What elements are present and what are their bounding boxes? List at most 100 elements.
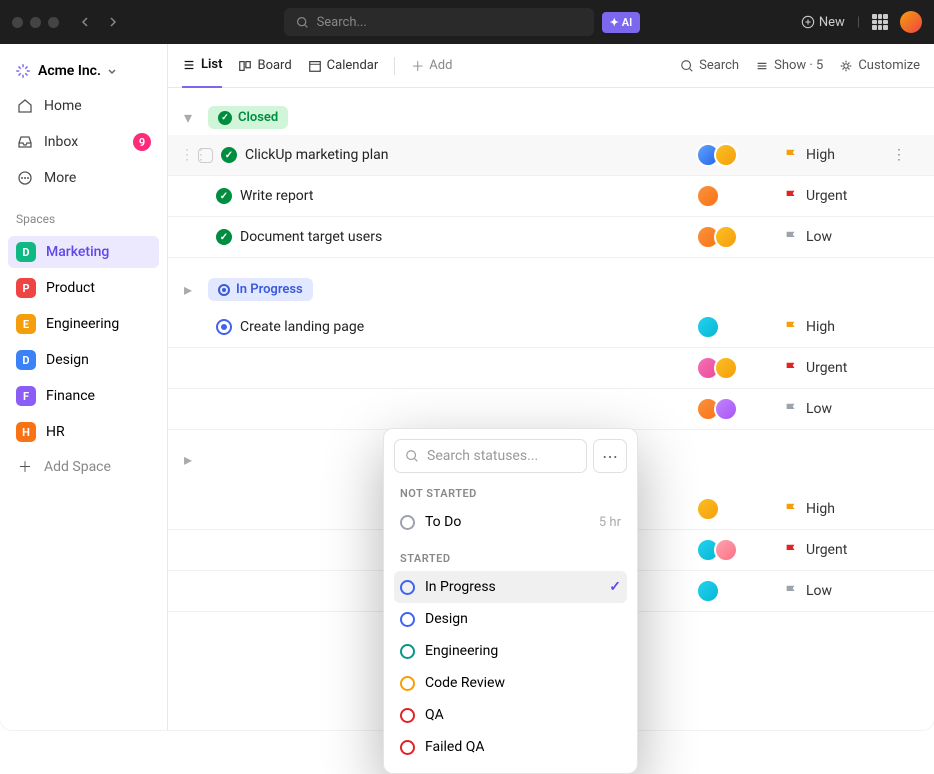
status-pill-progress[interactable]: In Progress	[208, 278, 313, 301]
status-code-review[interactable]: Code Review	[394, 667, 627, 699]
plus-icon: ＋	[16, 458, 34, 476]
status-ring-icon	[400, 740, 415, 755]
search-icon	[296, 16, 309, 29]
avatar[interactable]	[714, 538, 738, 562]
avatar[interactable]	[714, 356, 738, 380]
avatar[interactable]	[696, 184, 720, 208]
status-search-input[interactable]: Search statuses...	[394, 439, 587, 473]
status-design[interactable]: Design	[394, 603, 627, 635]
assignees[interactable]	[696, 184, 776, 208]
priority-urgent[interactable]: Urgent	[784, 542, 884, 558]
space-design[interactable]: D Design	[8, 344, 159, 376]
space-hr[interactable]: H HR	[8, 416, 159, 448]
nav-more[interactable]: More	[8, 162, 159, 194]
status-indicator[interactable]	[216, 229, 232, 245]
more-icon	[16, 169, 34, 187]
section-not-started: NOT STARTED	[394, 473, 627, 506]
home-icon	[16, 97, 34, 115]
chevron-right-icon[interactable]: ▸	[184, 280, 200, 299]
search-icon	[405, 449, 419, 463]
workspace-switcher[interactable]: Acme Inc.	[8, 56, 159, 86]
space-product[interactable]: P Product	[8, 272, 159, 304]
task-name[interactable]: ClickUp marketing plan	[245, 147, 688, 163]
nav-home[interactable]: Home	[8, 90, 159, 122]
drag-handle-icon[interactable]: ⋮⋮	[180, 147, 190, 163]
task-name[interactable]: Create landing page	[240, 319, 688, 335]
user-avatar[interactable]	[900, 11, 922, 33]
chevron-right-icon[interactable]: ▸	[184, 450, 200, 469]
priority-low[interactable]: Low	[784, 583, 884, 599]
task-row[interactable]: Write report Urgent	[168, 176, 934, 217]
avatar[interactable]	[696, 579, 720, 603]
status-indicator[interactable]	[216, 188, 232, 204]
close-dot[interactable]	[12, 17, 23, 28]
assignees[interactable]	[696, 143, 776, 167]
priority-urgent[interactable]: Urgent	[784, 360, 884, 376]
priority-urgent[interactable]: Urgent	[784, 188, 884, 204]
status-pill-closed[interactable]: ✓ Closed	[208, 106, 288, 129]
avatar[interactable]	[696, 497, 720, 521]
new-button[interactable]: New	[801, 15, 845, 30]
priority-high[interactable]: High	[784, 147, 884, 163]
assignees[interactable]	[696, 497, 776, 521]
ai-button[interactable]: ✦ AI	[602, 12, 641, 33]
space-marketing[interactable]: D Marketing	[8, 236, 159, 268]
assignees[interactable]	[696, 538, 776, 562]
view-board[interactable]: Board	[238, 44, 291, 88]
popover-more-button[interactable]: ⋯	[593, 439, 627, 473]
priority-high[interactable]: High	[784, 501, 884, 517]
assignees[interactable]	[696, 225, 776, 249]
status-todo[interactable]: To Do 5 hr	[394, 506, 627, 538]
avatar[interactable]	[714, 397, 738, 421]
space-finance[interactable]: F Finance	[8, 380, 159, 412]
view-calendar[interactable]: Calendar	[308, 44, 379, 88]
task-name[interactable]: Write report	[240, 188, 688, 204]
group-closed[interactable]: ▾ ✓ Closed	[168, 100, 934, 135]
priority-low[interactable]: Low	[784, 401, 884, 417]
maximize-dot[interactable]	[48, 17, 59, 28]
status-indicator[interactable]	[221, 147, 237, 163]
toolbar-show[interactable]: Show · 5	[755, 58, 823, 73]
priority-high[interactable]: High	[784, 319, 884, 335]
toolbar-customize[interactable]: Customize	[839, 58, 920, 73]
row-menu-icon[interactable]: ⋮	[892, 147, 918, 163]
status-in-progress[interactable]: In Progress ✓	[394, 571, 627, 603]
assignees[interactable]	[696, 356, 776, 380]
space-badge: D	[16, 350, 36, 370]
assignees[interactable]	[696, 579, 776, 603]
add-space[interactable]: ＋ Add Space	[8, 452, 159, 482]
search-icon	[680, 59, 694, 73]
view-add[interactable]: ＋ Add	[411, 44, 452, 88]
task-row[interactable]: Create landing page High	[168, 307, 934, 348]
spaces-label: Spaces	[8, 198, 159, 232]
global-search[interactable]: Search...	[284, 8, 594, 36]
task-row[interactable]: ⋮⋮ ClickUp marketing plan High ⋮	[168, 135, 934, 176]
assignees[interactable]	[696, 315, 776, 339]
task-name[interactable]: Document target users	[240, 229, 688, 245]
group-in-progress[interactable]: ▸ In Progress	[168, 272, 934, 307]
task-row[interactable]: Urgent	[168, 348, 934, 389]
task-checkbox[interactable]	[198, 148, 213, 163]
toolbar-search[interactable]: Search	[680, 58, 739, 73]
priority-low[interactable]: Low	[784, 229, 884, 245]
assignees[interactable]	[696, 397, 776, 421]
avatar[interactable]	[696, 315, 720, 339]
chevron-down-icon[interactable]: ▾	[184, 108, 200, 127]
minimize-dot[interactable]	[30, 17, 41, 28]
space-engineering[interactable]: E Engineering	[8, 308, 159, 340]
nav-back[interactable]	[75, 11, 97, 33]
task-row[interactable]: Low	[168, 389, 934, 430]
view-list[interactable]: List	[182, 44, 222, 88]
inbox-icon	[16, 133, 34, 151]
nav-forward[interactable]	[101, 11, 123, 33]
apps-grid-icon[interactable]	[872, 14, 888, 30]
status-failed-qa[interactable]: Failed QA	[394, 731, 627, 763]
avatar[interactable]	[714, 143, 738, 167]
avatar[interactable]	[714, 225, 738, 249]
status-engineering[interactable]: Engineering	[394, 635, 627, 667]
status-qa[interactable]: QA	[394, 699, 627, 731]
nav-inbox[interactable]: Inbox 9	[8, 126, 159, 158]
task-row[interactable]: Document target users Low	[168, 217, 934, 258]
status-indicator[interactable]	[216, 319, 232, 335]
sliders-icon	[755, 59, 769, 73]
